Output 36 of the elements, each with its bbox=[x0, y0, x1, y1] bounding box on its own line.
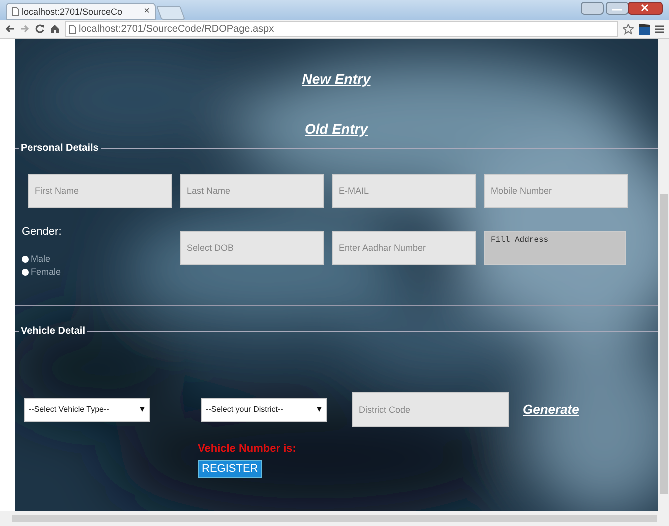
dropdown[interactable]: --Select Vehicle Type-- bbox=[24, 398, 150, 422]
text-field[interactable]: Enter Aadhar Number bbox=[332, 231, 476, 265]
district-code-field[interactable]: District Code bbox=[352, 392, 509, 427]
register-button[interactable]: REGISTER bbox=[198, 460, 262, 478]
page-icon bbox=[12, 7, 19, 16]
text-field[interactable]: E-MAIL bbox=[332, 174, 476, 208]
text-field[interactable]: First Name bbox=[28, 174, 172, 208]
generate-link[interactable]: Generate bbox=[523, 402, 580, 417]
text-field[interactable]: Select DOB bbox=[180, 231, 324, 265]
gender-radio[interactable]: Male bbox=[22, 254, 172, 264]
gender-label: Gender: bbox=[22, 226, 63, 238]
close-tab-button[interactable]: × bbox=[144, 6, 150, 17]
reload-icon[interactable] bbox=[35, 24, 45, 34]
address-field[interactable]: Fill Address bbox=[484, 231, 626, 265]
address-bar[interactable]: localhost:2701/SourceCode/RDOPage.aspx bbox=[65, 21, 618, 37]
section-legend: Vehicle Detail bbox=[19, 326, 88, 337]
star-icon[interactable] bbox=[623, 24, 634, 34]
caret-icon bbox=[317, 407, 322, 412]
entry-link[interactable]: Old Entry bbox=[304, 121, 368, 137]
menu-icon[interactable] bbox=[655, 24, 664, 34]
section-legend: Personal Details bbox=[19, 143, 101, 154]
vehicle-number-label: Vehicle Number is: bbox=[198, 443, 296, 455]
back-icon[interactable] bbox=[5, 24, 15, 34]
text-field[interactable]: Last Name bbox=[180, 174, 324, 208]
page-icon bbox=[69, 24, 76, 34]
scrollbar[interactable] bbox=[658, 39, 669, 511]
gender-radio[interactable]: Female bbox=[22, 267, 172, 277]
home-icon[interactable] bbox=[50, 24, 60, 34]
caret-icon bbox=[140, 407, 145, 412]
dropdown[interactable]: --Select your District-- bbox=[201, 398, 327, 422]
browser-tab[interactable]: localhost:2701/SourceCo × bbox=[6, 3, 156, 20]
scrollbar[interactable] bbox=[0, 511, 669, 526]
text-field[interactable]: Mobile Number bbox=[484, 174, 628, 208]
window-controls-icon[interactable] bbox=[581, 2, 663, 16]
clapperboard-icon[interactable] bbox=[639, 24, 650, 34]
entry-link[interactable]: New Entry bbox=[302, 71, 371, 87]
